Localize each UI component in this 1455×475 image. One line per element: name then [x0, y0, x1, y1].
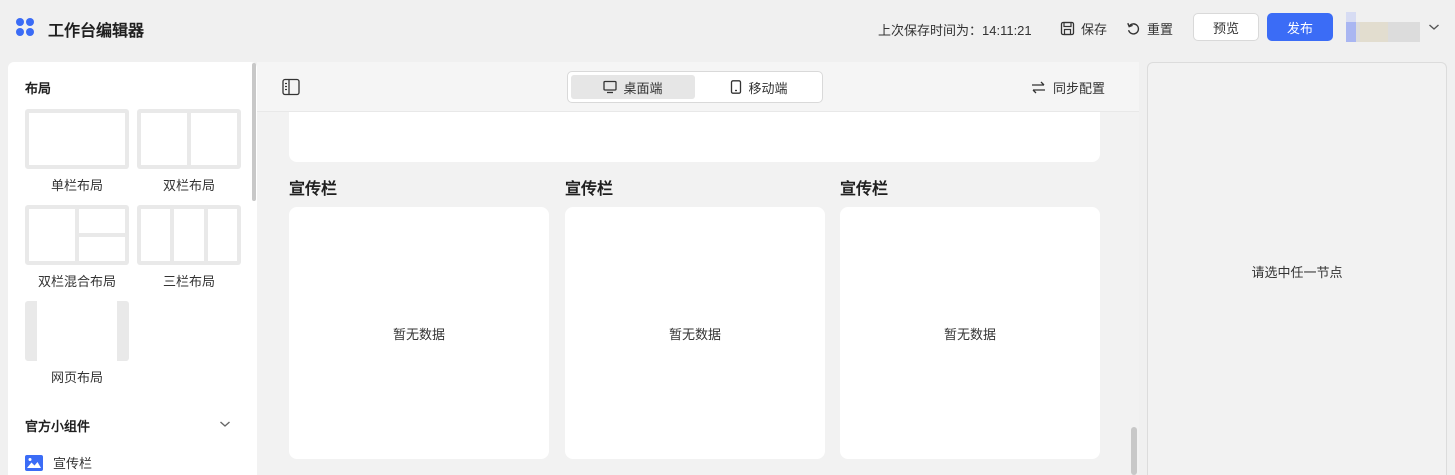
three-column-layout-icon	[137, 205, 241, 265]
layout-single-column[interactable]: 单栏布局	[25, 109, 129, 194]
canvas-scrollbar[interactable]	[1131, 427, 1137, 475]
app-title: 工作台编辑器	[48, 23, 145, 40]
promo-title: 宣传栏	[565, 181, 614, 198]
tab-desktop-label: 桌面端	[623, 80, 663, 96]
empty-state-text: 暂无数据	[392, 326, 445, 342]
reset-button[interactable]: 重置	[1126, 17, 1173, 39]
chevron-down-icon[interactable]	[1428, 22, 1440, 32]
tab-mobile[interactable]: 移动端	[697, 75, 821, 99]
header: 工作台编辑器 上次保存时间为：14:11:21 保存 重置 预览 发布	[0, 0, 1455, 55]
empty-state-text: 暂无数据	[943, 326, 996, 342]
webpage-layout-icon	[25, 301, 129, 361]
app-grid-icon	[16, 18, 34, 36]
chevron-down-icon[interactable]	[219, 419, 231, 429]
layout-label: 双栏混合布局	[37, 274, 116, 289]
properties-panel: 请选中任一节点	[1147, 62, 1447, 475]
layout-mixed-two-column[interactable]: 双栏混合布局	[25, 205, 129, 290]
promo-title: 宣传栏	[289, 181, 338, 198]
editor-canvas: 桌面端 移动端 同步配置 宣传栏 暂无数据 宣传栏 暂无数据 宣传栏 暂无数据	[257, 62, 1139, 475]
tab-desktop[interactable]: 桌面端	[571, 75, 695, 99]
promo-card[interactable]: 暂无数据	[840, 207, 1100, 459]
empty-state-text: 暂无数据	[668, 326, 721, 342]
publish-button[interactable]: 发布	[1267, 13, 1333, 41]
preview-button[interactable]: 预览	[1193, 13, 1259, 41]
widget-banner[interactable]: 宣传栏	[25, 453, 92, 472]
sync-config-button[interactable]: 同步配置	[1031, 78, 1105, 97]
widget-label: 宣传栏	[53, 456, 93, 471]
layout-three-column[interactable]: 三栏布局	[137, 205, 241, 290]
layout-section-title: 布局	[25, 81, 52, 96]
empty-selection-hint: 请选中任一节点	[1251, 265, 1343, 280]
layout-two-column[interactable]: 双栏布局	[137, 109, 241, 194]
component-panel: 布局 单栏布局 双栏布局 双栏混合布局 三栏布局 网页布局 官方小组件	[8, 62, 257, 475]
layout-label: 网页布局	[50, 370, 103, 385]
user-avatar[interactable]	[1346, 12, 1420, 42]
save-icon	[1060, 21, 1075, 35]
save-button[interactable]: 保存	[1060, 17, 1107, 39]
layout-label: 双栏布局	[162, 178, 215, 193]
save-label: 保存	[1081, 21, 1108, 37]
device-switch: 桌面端 移动端	[567, 71, 823, 103]
layout-label: 三栏布局	[162, 274, 215, 289]
sync-config-label: 同步配置	[1053, 81, 1106, 96]
banner-icon	[25, 454, 43, 471]
sidebar-toggle-icon[interactable]	[282, 78, 300, 96]
mobile-icon	[731, 80, 742, 94]
promo-column[interactable]: 宣传栏 暂无数据	[565, 179, 825, 459]
reset-icon	[1127, 22, 1140, 35]
layout-webpage[interactable]: 网页布局	[25, 301, 129, 386]
promo-card[interactable]: 暂无数据	[565, 207, 825, 459]
canvas-toolbar: 桌面端 移动端 同步配置	[257, 62, 1139, 112]
single-column-layout-icon	[25, 109, 129, 169]
desktop-icon	[603, 80, 618, 94]
promo-column[interactable]: 宣传栏 暂无数据	[289, 179, 549, 459]
widgets-section-title: 官方小组件	[25, 419, 91, 434]
swap-icon	[1032, 81, 1045, 94]
tab-mobile-label: 移动端	[748, 80, 788, 96]
mixed-two-column-layout-icon	[25, 205, 129, 265]
promo-title: 宣传栏	[840, 181, 889, 198]
two-column-layout-icon	[137, 109, 241, 169]
left-panel-scrollbar[interactable]	[252, 63, 256, 201]
promo-card[interactable]: 暂无数据	[289, 207, 549, 459]
promo-column[interactable]: 宣传栏 暂无数据	[840, 179, 1100, 459]
layout-label: 单栏布局	[50, 178, 103, 193]
last-saved-time: 上次保存时间为：14:11:21	[878, 23, 1032, 38]
reset-label: 重置	[1147, 21, 1174, 37]
canvas-block[interactable]	[289, 112, 1100, 162]
